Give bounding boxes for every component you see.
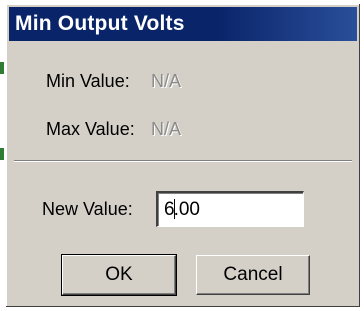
dialog-title: Min Output Volts [15,12,185,35]
background-app-marker [0,62,4,74]
background-app-marker [0,148,4,160]
cancel-button[interactable]: Cancel [196,255,310,295]
min-value-label: Min Value: [46,71,130,91]
new-value-input[interactable]: 6.00 [156,191,304,227]
min-output-volts-dialog: Min Output Volts Min Value: N/A Max Valu… [6,4,360,307]
new-value-text-end: .00 [173,199,200,220]
max-value-readout: N/A [151,119,182,139]
max-value-label: Max Value: [46,119,135,139]
divider [14,160,352,162]
min-value-readout: N/A [151,71,182,91]
ok-button[interactable]: OK [61,254,177,296]
dialog-titlebar[interactable]: Min Output Volts [9,7,357,41]
new-value-label: New Value: [42,199,133,219]
